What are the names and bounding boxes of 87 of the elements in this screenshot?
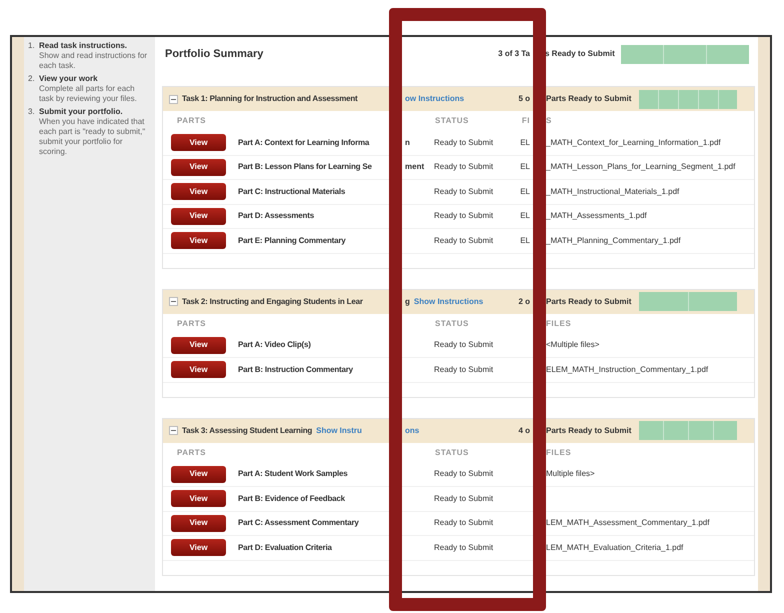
part-name: Part C: Instructional Materials bbox=[238, 186, 346, 198]
part-name: Part B: Lesson Plans for Learning Se bbox=[238, 161, 372, 174]
file-name: _MATH_Lesson_Plans_for_Learning_Segment_1.pdf bbox=[546, 162, 736, 172]
status-text: Ready to Submit bbox=[434, 542, 494, 554]
view-button[interactable]: View bbox=[171, 361, 226, 378]
parts-count: 2 o bbox=[518, 296, 531, 308]
view-button[interactable]: View bbox=[171, 232, 226, 250]
status-text: Ready to Submit bbox=[434, 468, 494, 480]
file-name: EL bbox=[520, 136, 531, 149]
file-name: _MATH_Context_for_Learning_Information_1.pdf bbox=[546, 138, 721, 147]
parts-count: Parts Ready to Submit bbox=[546, 296, 632, 308]
file-name: EL bbox=[520, 210, 531, 222]
view-button[interactable]: View bbox=[171, 514, 226, 532]
file-name: LEM_MATH_Evaluation_Criteria_1.pdf bbox=[546, 542, 684, 552]
parts-count: Parts Ready to Submit bbox=[546, 93, 632, 105]
minus-icon bbox=[171, 96, 176, 102]
status-text: Ready to Submit bbox=[434, 339, 494, 352]
status-text: Ready to Submit bbox=[434, 517, 494, 530]
view-button[interactable]: View bbox=[171, 208, 226, 225]
file-name: EL bbox=[520, 161, 531, 174]
step-text: Complete all parts for each task by reviewing your files. bbox=[39, 84, 138, 104]
column-header: STATUS bbox=[435, 446, 469, 458]
file-name: Multiple files> bbox=[546, 469, 595, 478]
view-button[interactable]: View bbox=[171, 539, 226, 556]
column-header: PARTS bbox=[176, 115, 208, 127]
parts-count: 4 o bbox=[518, 424, 531, 436]
task-title: Task 2: Instructing and Engaging Students in Lear bbox=[182, 296, 363, 308]
step-number: 2. bbox=[28, 74, 36, 85]
step-title: Submit your portfolio. bbox=[39, 107, 124, 117]
page-title: Portfolio Summary bbox=[164, 46, 264, 62]
status-text: Ready to Submit bbox=[434, 136, 494, 149]
column-header: S bbox=[546, 115, 553, 127]
column-header: FILES bbox=[546, 446, 572, 458]
view-button[interactable]: View bbox=[171, 158, 226, 176]
minus-icon bbox=[171, 299, 176, 304]
file-name: LEM_MATH_Assessment_Commentary_1.pdf bbox=[546, 518, 710, 528]
status-text: Ready to Submit bbox=[434, 186, 494, 198]
task-title: Task 3: Assessing Student Learning bbox=[182, 424, 312, 436]
task-title: g bbox=[405, 296, 410, 308]
view-button[interactable]: View bbox=[171, 490, 226, 508]
file-name: _MATH_Planning_Commentary_1.pdf bbox=[546, 236, 681, 245]
column-header: FI bbox=[522, 115, 531, 127]
file-name: _MATH_Assessments_1.pdf bbox=[546, 211, 647, 220]
step-text: Show and read instructions for each task. bbox=[39, 51, 148, 71]
status-text: Ready to Submit bbox=[434, 492, 494, 505]
part-name: Part B: Instruction Commentary bbox=[238, 364, 353, 376]
step-title: View your work bbox=[39, 74, 99, 84]
column-header: PARTS bbox=[176, 446, 208, 458]
part-name: Part D: Assessments bbox=[238, 210, 314, 222]
file-name: ELEM_MATH_Instruction_Commentary_1.pdf bbox=[546, 364, 708, 374]
parts-count: 5 o bbox=[518, 93, 531, 105]
file-name: EL bbox=[520, 186, 531, 198]
step-number: 1. bbox=[28, 41, 36, 52]
part-name: Part A: Student Work Samples bbox=[238, 468, 348, 480]
parts-count: Parts Ready to Submit bbox=[546, 424, 632, 436]
collapse-button[interactable] bbox=[169, 297, 178, 306]
part-name: Part A: Context for Learning Informa bbox=[238, 136, 370, 149]
tasks-count: 3 of 3 Ta bbox=[498, 48, 531, 60]
collapse-button[interactable] bbox=[169, 426, 178, 435]
part-name: Part A: Video Clip(s) bbox=[238, 339, 311, 352]
task-title: Task 1: Planning for Instruction and Assessment bbox=[182, 93, 358, 105]
part-name: Part B: Evidence of Feedback bbox=[238, 492, 345, 505]
column-header: STATUS bbox=[435, 318, 469, 330]
collapse-button[interactable] bbox=[169, 94, 178, 104]
part-name: Part D: Evaluation Criteria bbox=[238, 542, 332, 554]
step-title: Read task instructions. bbox=[39, 41, 128, 51]
minus-icon bbox=[171, 428, 176, 433]
file-name: EL bbox=[520, 234, 531, 247]
status-text: Ready to Submit bbox=[434, 364, 494, 376]
view-button[interactable]: View bbox=[171, 183, 226, 200]
part-name: Part C: Assessment Commentary bbox=[238, 517, 359, 530]
part-name: n bbox=[405, 138, 410, 147]
status-text: Ready to Submit bbox=[434, 210, 494, 222]
view-button[interactable]: View bbox=[171, 134, 226, 152]
status-text: Ready to Submit bbox=[434, 234, 494, 247]
file-name: _MATH_Instructional_Materials_1.pdf bbox=[546, 186, 680, 196]
step-number: 3. bbox=[28, 107, 36, 118]
column-header: FILES bbox=[546, 318, 572, 330]
view-button[interactable]: View bbox=[171, 336, 226, 354]
status-text: Ready to Submit bbox=[434, 161, 494, 174]
part-name: ment bbox=[405, 162, 424, 172]
column-header: STATUS bbox=[435, 115, 469, 127]
step-text: When you have indicated that each part is "ready to submit," submit your portfolio for scoring. bbox=[39, 117, 146, 157]
file-name: <Multiple files> bbox=[546, 340, 600, 350]
part-name: Part E: Planning Commentary bbox=[238, 234, 346, 247]
column-header: PARTS bbox=[176, 318, 208, 330]
view-button[interactable]: View bbox=[171, 466, 226, 483]
